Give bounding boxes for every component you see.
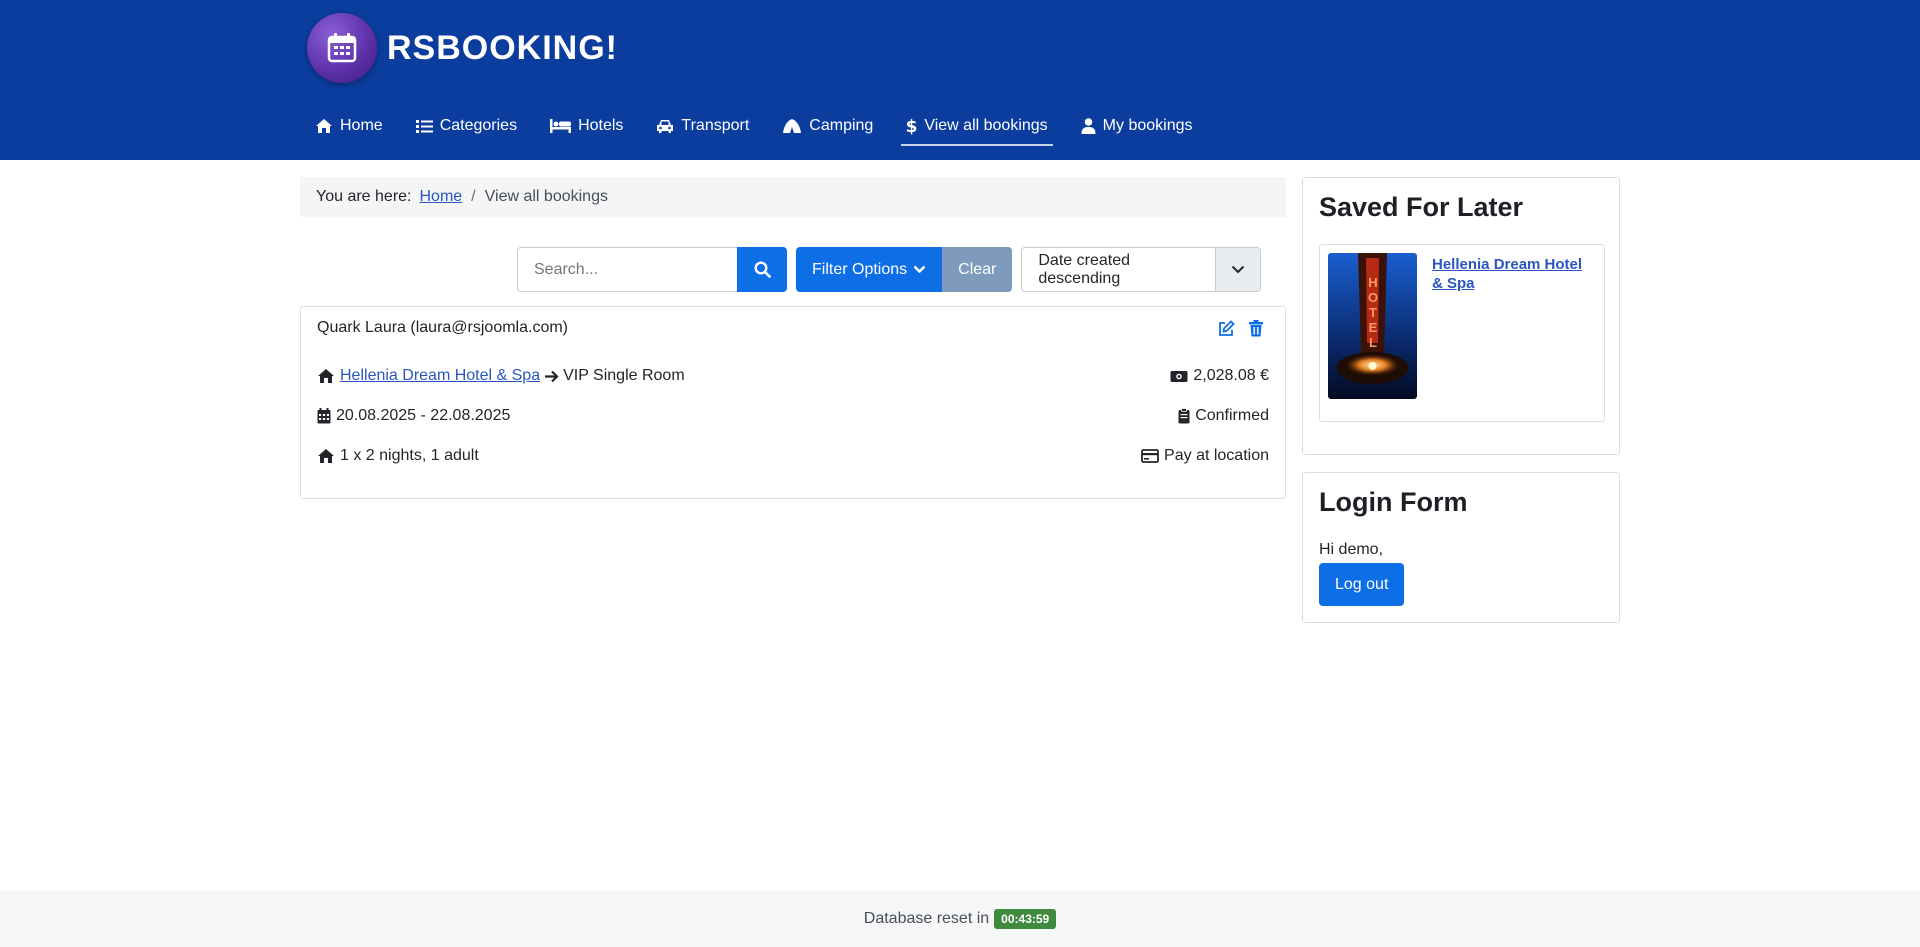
footer-text: Database reset in [863, 910, 990, 927]
booking-room: VIP Single Room [563, 367, 685, 384]
clipboard-icon [1178, 408, 1190, 424]
calendar-icon [317, 408, 331, 424]
home-icon [318, 449, 334, 463]
dollar-icon: $ [906, 117, 917, 135]
clear-button[interactable]: Clear [942, 247, 1013, 292]
booking-header-row: Quark Laura (laura@rsjoomla.com) [317, 319, 1269, 337]
nav-item-transport[interactable]: Transport [643, 108, 762, 144]
booking-stay-row: 1 x 2 nights, 1 adult Pay at location [317, 447, 1269, 465]
calendar-logo-icon [307, 13, 377, 83]
booking-hotel-link[interactable]: Hellenia Dream Hotel & Spa [340, 367, 540, 385]
nav-item-view-all-bookings[interactable]: $ View all bookings [893, 108, 1060, 146]
arrow-right-icon [545, 370, 559, 382]
site-header: RSBOOKING! Home Categories Hotels Transp… [0, 0, 1920, 160]
hotel-thumbnail-image[interactable]: HOTEL [1328, 253, 1417, 399]
bed-icon [550, 119, 572, 133]
nav-item-categories[interactable]: Categories [403, 108, 530, 144]
saved-item-link[interactable]: Hellenia Dream Hotel & Spa [1432, 255, 1592, 293]
nav-label: Categories [439, 117, 518, 134]
footer: Database reset in 00:43:59 [0, 891, 1920, 947]
breadcrumb-current: View all bookings [484, 188, 608, 205]
login-greeting: Hi demo, [1319, 541, 1384, 558]
brand-title: RSBOOKING! [387, 28, 618, 67]
nav-item-my-bookings[interactable]: My bookings [1068, 108, 1206, 144]
chevron-down-icon [1215, 248, 1261, 291]
hotel-sign-text: HOTEL [1367, 275, 1379, 350]
booking-dates-row: 20.08.2025 - 22.08.2025 Confirmed [317, 407, 1269, 425]
main-nav: Home Categories Hotels Transport Camping… [302, 108, 1213, 148]
nav-item-camping[interactable]: Camping [769, 108, 886, 144]
chevron-down-icon [913, 265, 926, 274]
nav-label: Hotels [578, 117, 624, 134]
trash-icon[interactable] [1248, 319, 1269, 337]
user-icon [1081, 118, 1096, 134]
nav-item-hotels[interactable]: Hotels [537, 108, 636, 144]
search-input[interactable] [517, 247, 737, 292]
filter-options-label: Filter Options [812, 260, 908, 278]
search-icon [753, 261, 771, 278]
booking-status: Confirmed [1195, 407, 1269, 424]
reset-timer-badge: 00:43:59 [994, 909, 1057, 929]
booking-customer: Quark Laura (laura@rsjoomla.com) [317, 319, 568, 336]
nav-label: Camping [809, 117, 874, 134]
home-icon [316, 119, 332, 133]
saved-for-later-module: Saved For Later HOTEL Hellenia Dream Hot… [1302, 177, 1620, 455]
nav-label: Home [340, 117, 383, 134]
login-form-module: Login Form Hi demo, Log out [1302, 472, 1620, 623]
breadcrumb-prefix: You are here: [316, 188, 412, 205]
saved-for-later-title: Saved For Later [1319, 192, 1524, 222]
home-icon [318, 369, 334, 383]
nav-label: View all bookings [924, 117, 1048, 134]
filter-options-button[interactable]: Filter Options [796, 247, 943, 292]
booking-card: Quark Laura (laura@rsjoomla.com) Helleni… [300, 306, 1286, 499]
breadcrumb: You are here: Home / View all bookings [300, 177, 1286, 217]
booking-stay: 1 x 2 nights, 1 adult [340, 447, 479, 464]
svg-text:$: $ [906, 117, 917, 135]
login-form-title: Login Form [1319, 487, 1468, 517]
sort-select-value: Date created descending [1038, 251, 1130, 287]
booking-dates: 20.08.2025 - 22.08.2025 [336, 407, 511, 424]
booking-price: 2,028.08 € [1193, 367, 1269, 384]
list-icon [415, 119, 433, 133]
logout-button[interactable]: Log out [1319, 563, 1405, 606]
credit-card-icon [1141, 449, 1159, 463]
booking-toolbar: Filter Options Clear Date created descen… [517, 247, 1262, 292]
nav-label: Transport [681, 117, 750, 134]
saved-item: HOTEL Hellenia Dream Hotel & Spa [1319, 244, 1605, 422]
breadcrumb-separator: / [471, 188, 476, 205]
nav-item-home[interactable]: Home [302, 108, 396, 144]
money-icon [1170, 370, 1188, 382]
sort-select[interactable]: Date created descending [1021, 247, 1262, 292]
edit-icon[interactable] [1218, 319, 1240, 337]
nav-label: My bookings [1102, 117, 1193, 134]
booking-hotel-row: Hellenia Dream Hotel & Spa VIP Single Ro… [317, 367, 1269, 385]
search-button[interactable] [737, 247, 787, 292]
tent-icon [783, 119, 802, 133]
booking-payment: Pay at location [1164, 447, 1269, 464]
car-icon [657, 119, 674, 133]
brand[interactable]: RSBOOKING! [307, 13, 618, 83]
breadcrumb-home-link[interactable]: Home [419, 188, 462, 206]
